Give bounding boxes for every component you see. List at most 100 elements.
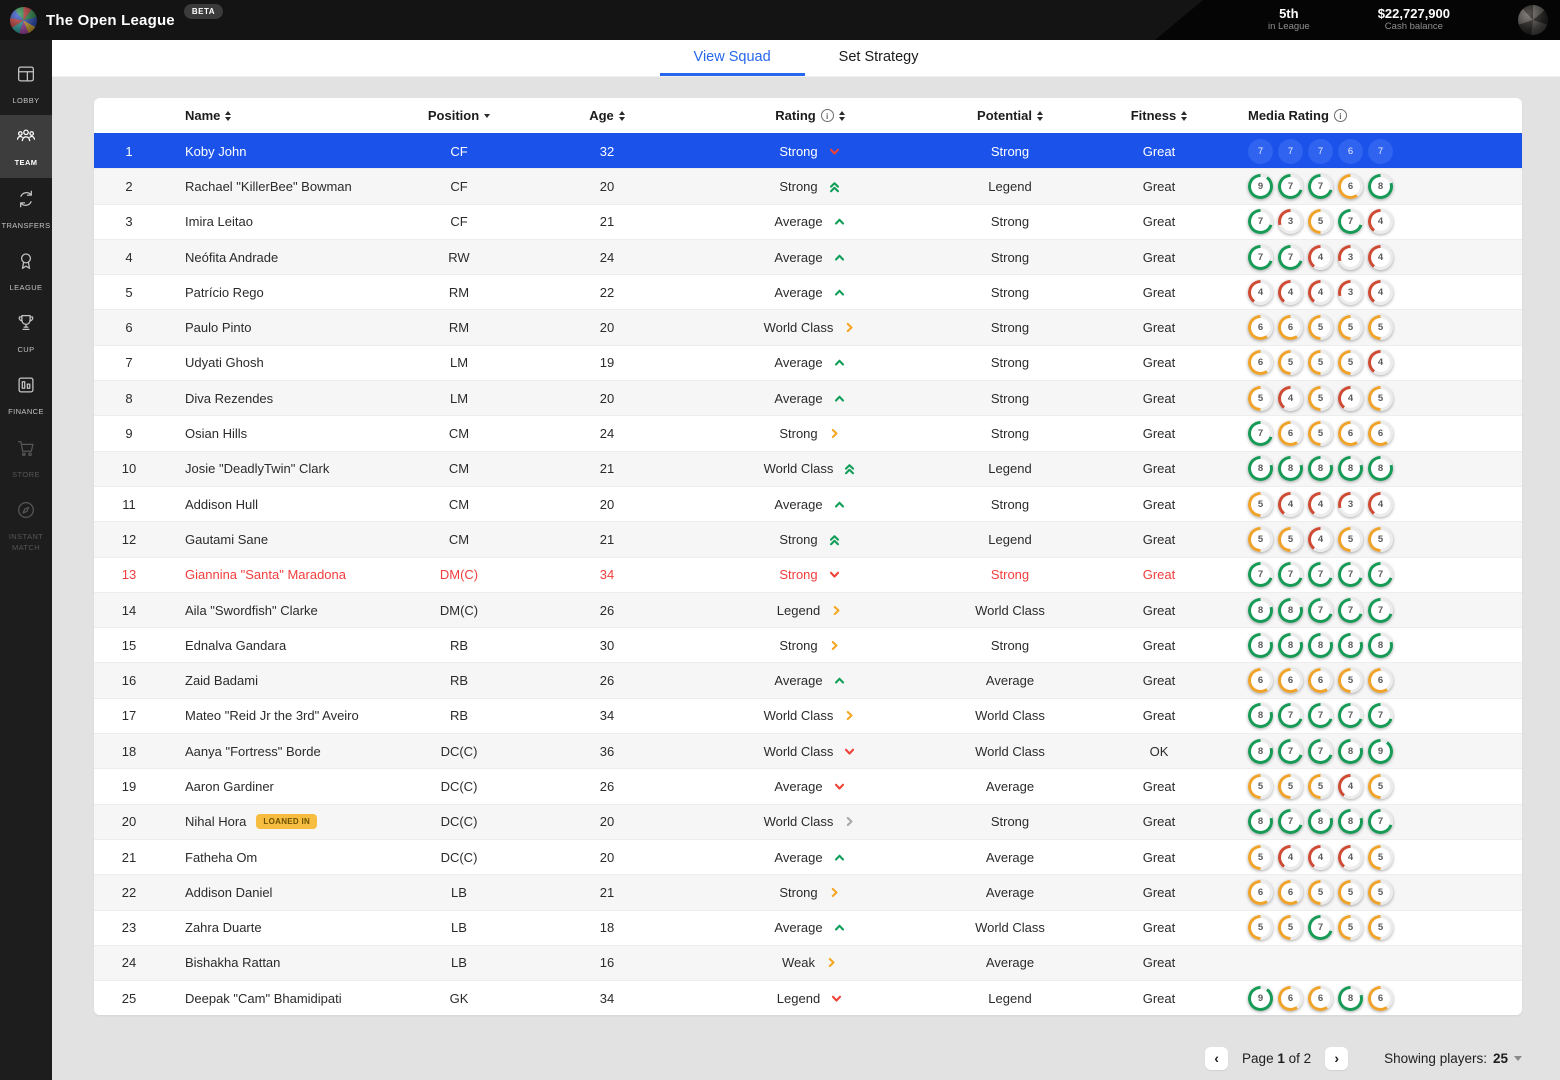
player-media-ratings: 55755: [1238, 915, 1522, 941]
table-row[interactable]: 19 Aaron Gardiner DC(C) 26 Average Average Gre…: [94, 768, 1522, 804]
table-row[interactable]: 22 Addison Daniel LB 21 Strong Average Great 6 6…: [94, 874, 1522, 910]
media-rating-donut: 5: [1278, 526, 1303, 552]
player-potential: Average: [985, 778, 1035, 794]
trend-up-icon: [833, 215, 846, 228]
user-avatar[interactable]: [1518, 5, 1548, 35]
info-icon[interactable]: i: [1333, 109, 1347, 122]
player-position: RB: [449, 708, 469, 724]
media-rating-donut: 9: [1368, 738, 1393, 764]
rating-label: Average: [774, 496, 823, 512]
media-rating-value: 7: [1281, 741, 1300, 761]
sidebar-item-transfers[interactable]: TRANSFERS: [0, 178, 52, 240]
sidebar-item-instant-match: INSTANT MATCH: [0, 489, 52, 563]
table-row[interactable]: 23 Zahra Duarte LB 18 Average World Class Grea…: [94, 909, 1522, 945]
table-row[interactable]: 5 Patrício Rego RM 22 Average Strong Great 4 4 4 3…: [94, 274, 1522, 310]
table-row[interactable]: 9 Osian Hills CM 24 Strong Strong Great 7 6 5 6 6: [94, 415, 1522, 451]
media-rating-value: 7: [1371, 706, 1390, 726]
header-fitness[interactable]: Fitness: [1080, 108, 1238, 123]
header-potential[interactable]: Potential: [940, 108, 1080, 123]
player-potential: Strong: [990, 355, 1030, 371]
media-rating-value: 7: [1371, 812, 1390, 832]
media-rating-donut: 7: [1308, 562, 1333, 588]
table-row[interactable]: 7 Udyati Ghosh LM 19 Average Strong Great 6 5 5 5 4: [94, 344, 1522, 381]
player-age: 26: [599, 602, 615, 618]
table-row[interactable]: 3 Imira Leitao CF 21 Average Strong Great 7 3 5 7 4: [94, 203, 1522, 239]
media-rating-donut: 6: [1278, 421, 1303, 447]
showing-players-dropdown[interactable]: Showing players: 25: [1384, 1051, 1522, 1066]
table-row[interactable]: 10 Josie "DeadlyTwin" Clark CM 21 World Clas…: [94, 450, 1522, 486]
player-index: 15: [121, 637, 137, 653]
media-rating-donut: 7: [1278, 703, 1303, 729]
table-row[interactable]: 11 Addison Hull CM 20 Average Strong Great 5 4 4 3…: [94, 485, 1522, 522]
table-row[interactable]: 8 Diva Rezendes LM 20 Average Strong Great 5 4 5 4…: [94, 380, 1522, 416]
media-rating-value: 8: [1341, 635, 1360, 655]
table-row[interactable]: 16 Zaid Badami RB 26 Average Average Great 6 6 6 5…: [94, 662, 1522, 698]
table-row[interactable]: 1 Koby John CF 32 Strong Strong Great 7 7 7 6 7: [94, 133, 1522, 169]
rating-label: Strong: [779, 178, 818, 194]
media-rating-donut: 5: [1308, 315, 1333, 341]
player-potential: Strong: [990, 814, 1030, 830]
player-media-ratings: 7 7 7 6 7: [1238, 138, 1522, 164]
player-rating: Legend: [680, 991, 940, 1006]
table-row[interactable]: 2 Rachael "KillerBee" Bowman CF 20 Strong Leg…: [94, 168, 1522, 204]
rating-label: Strong: [779, 637, 818, 653]
sidebar-item-league[interactable]: LEAGUE: [0, 240, 52, 302]
sidebar-item-team[interactable]: TEAM: [0, 115, 52, 178]
table-row[interactable]: 21 Fatheha Om DC(C) 20 Average Average Great 5 4…: [94, 838, 1522, 875]
trend-double-up-icon: [828, 180, 841, 193]
table-row[interactable]: 4 Neófita Andrade RW 24 Average Strong Great 7 7…: [94, 238, 1522, 275]
media-rating-donut: 6: [1338, 173, 1363, 199]
table-row[interactable]: 24 Bishakha Rattan LB 16 Weak Average Great: [94, 944, 1522, 981]
prev-page-button[interactable]: ‹: [1205, 1046, 1229, 1070]
player-potential: World Class: [975, 602, 1045, 618]
table-row[interactable]: 20 Nihal Hora LOANED IN DC(C) 20 World Class S…: [94, 803, 1522, 839]
tab-view-squad[interactable]: View Squad: [659, 40, 805, 76]
info-icon[interactable]: i: [820, 109, 834, 122]
player-potential: Strong: [990, 426, 1030, 442]
player-age: 21: [599, 884, 615, 900]
transfers-icon: [15, 188, 37, 215]
player-potential: World Class: [975, 708, 1045, 724]
player-fitness: Great: [1142, 461, 1176, 477]
header-position[interactable]: Position: [384, 108, 534, 123]
player-rating: Strong: [680, 567, 940, 582]
next-page-button[interactable]: ›: [1325, 1046, 1349, 1070]
media-rating-donut: 4: [1368, 244, 1393, 270]
rating-label: World Class: [763, 708, 834, 724]
player-index: 17: [121, 708, 137, 724]
sidebar-item-finance[interactable]: FINANCE: [0, 364, 52, 426]
table-row[interactable]: 18 Aanya "Fortress" Borde DC(C) 36 World Cla…: [94, 733, 1522, 769]
table-row[interactable]: 6 Paulo Pinto RM 20 World Class Strong Great 6 6…: [94, 309, 1522, 345]
player-media-ratings: 87887: [1238, 809, 1522, 835]
player-index: 10: [121, 461, 137, 477]
media-rating-value: 6: [1251, 318, 1270, 338]
table-row[interactable]: 25 Deepak "Cam" Bhamidipati GK 34 Legend Lege…: [94, 980, 1522, 1016]
sidebar-item-cup[interactable]: CUP: [0, 302, 52, 364]
media-rating-value: 4: [1311, 529, 1330, 549]
table-row[interactable]: 14 Aila "Swordfish" Clarke DM(C) 26 Legend Wo…: [94, 591, 1522, 628]
media-rating-donut: 6: [1278, 985, 1303, 1011]
table-row[interactable]: 12 Gautami Sane CM 21 Strong Legend Great 5 5 4 5 5: [94, 521, 1522, 557]
media-rating-value: 6: [1281, 988, 1300, 1008]
media-rating-donut: 6: [1278, 315, 1303, 341]
sidebar-item-lobby[interactable]: LOBBY: [0, 53, 52, 115]
media-rating-value: 8: [1341, 812, 1360, 832]
player-rating: Average: [680, 285, 940, 300]
table-row[interactable]: 13 Giannina "Santa" Maradona DM(C) 34 Strong…: [94, 556, 1522, 592]
media-rating-value: 6: [1281, 318, 1300, 338]
media-rating-value: 4: [1341, 847, 1360, 867]
media-rating-value: 8: [1311, 459, 1330, 479]
player-name: Aila "Swordfish" Clarke: [185, 602, 318, 618]
table-header-row: Name Position Age Rating i Potential Fit…: [94, 98, 1522, 133]
sidebar: LOBBY TEAM TRANSFERS LEAGUE CUP FINANCE STORE I…: [0, 40, 52, 1080]
player-potential: Strong: [990, 249, 1030, 265]
header-name[interactable]: Name: [164, 108, 384, 123]
tab-set-strategy[interactable]: Set Strategy: [805, 40, 953, 76]
player-name: Fatheha Om: [185, 849, 258, 865]
trend-right-icon: [843, 815, 856, 828]
trend-right-icon: [843, 709, 856, 722]
header-rating[interactable]: Rating i: [680, 108, 940, 123]
table-row[interactable]: 15 Ednalva Gandara RB 30 Strong Strong Great 8 8…: [94, 627, 1522, 663]
header-age[interactable]: Age: [534, 108, 680, 123]
table-row[interactable]: 17 Mateo "Reid Jr the 3rd" Aveiro RB 34 Worl…: [94, 697, 1522, 734]
